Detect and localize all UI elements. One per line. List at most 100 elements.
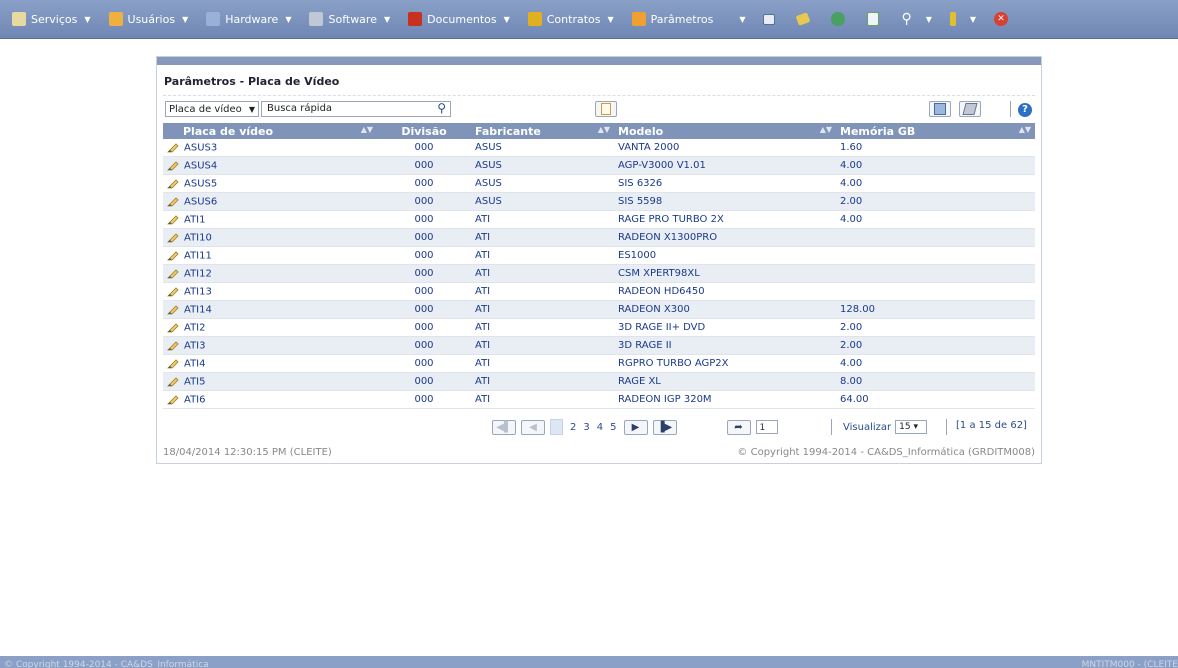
new-record-button[interactable] bbox=[595, 101, 617, 117]
table-cell bbox=[836, 228, 1035, 247]
search-menu[interactable]: ⚲ ▼ bbox=[901, 11, 931, 27]
table-row[interactable]: ASUS5 000 ASUS SIS 6326 4.00 bbox=[163, 174, 1035, 193]
menu-software[interactable]: Software ▼ bbox=[309, 12, 390, 26]
exit-button[interactable]: ✕ bbox=[994, 12, 1009, 26]
column-header-fabricante[interactable]: Fabricante ▲▼ bbox=[471, 123, 614, 139]
menu-hardware[interactable]: Hardware ▼ bbox=[206, 12, 291, 26]
edit-icon[interactable] bbox=[167, 142, 179, 153]
table-cell: 2.00 bbox=[836, 336, 1035, 355]
sort-icon[interactable]: ▲▼ bbox=[1019, 125, 1031, 134]
pager-divider bbox=[946, 419, 947, 435]
edit-icon[interactable] bbox=[167, 394, 179, 405]
print-button[interactable] bbox=[959, 101, 981, 117]
edit-icon[interactable] bbox=[167, 214, 179, 225]
menu-parameters[interactable]: Parâmetros ▼ bbox=[631, 12, 745, 26]
column-header-memoria[interactable]: Memória GB ▲▼ bbox=[836, 123, 1035, 139]
notes-button[interactable] bbox=[796, 12, 811, 26]
first-page-button[interactable]: ◀▌ bbox=[492, 419, 516, 435]
column-header-modelo[interactable]: Modelo ▲▼ bbox=[614, 123, 836, 139]
edit-icon[interactable] bbox=[167, 232, 179, 243]
camera-button[interactable] bbox=[763, 13, 776, 25]
table-row[interactable]: ATI3 000 ATI 3D RAGE II 2.00 bbox=[163, 336, 1035, 355]
menu-contracts[interactable]: Contratos ▼ bbox=[527, 12, 614, 26]
page-link[interactable]: 4 bbox=[597, 422, 603, 433]
prev-page-button[interactable]: ◀ bbox=[521, 419, 545, 435]
search-input[interactable]: Busca rápida ⚲ bbox=[261, 101, 451, 117]
page-link[interactable]: 3 bbox=[583, 422, 589, 433]
goto-page-button[interactable]: ➦ bbox=[726, 419, 751, 435]
table-row[interactable]: ATI14 000 ATI RADEON X300 128.00 bbox=[163, 300, 1035, 319]
export-button[interactable] bbox=[867, 12, 880, 26]
table-cell: 000 bbox=[377, 228, 471, 247]
table-cell: 128.00 bbox=[836, 300, 1035, 319]
table-row[interactable]: ATI4 000 ATI RGPRO TURBO AGP2X 4.00 bbox=[163, 354, 1035, 373]
menu-services[interactable]: Serviços ▼ bbox=[12, 12, 91, 26]
main-panel: Parâmetros - Placa de Vídeo Placa de víd… bbox=[156, 56, 1042, 464]
sort-icon[interactable]: ▲▼ bbox=[820, 125, 832, 134]
table-cell: 4.00 bbox=[836, 210, 1035, 229]
table-cell: ASUS bbox=[471, 139, 614, 157]
table-cell: ASUS bbox=[471, 192, 614, 211]
edit-icon[interactable] bbox=[167, 358, 179, 369]
table-cell: ASUS6 bbox=[163, 192, 377, 211]
camera-icon bbox=[763, 13, 776, 25]
edit-icon[interactable] bbox=[167, 178, 179, 189]
table-cell: ATI14 bbox=[163, 300, 377, 319]
table-row[interactable]: ATI1 000 ATI RAGE PRO TURBO 2X 4.00 bbox=[163, 210, 1035, 229]
last-page-button[interactable]: ▐▶ bbox=[652, 419, 677, 435]
table-row[interactable]: ATI11 000 ATI ES1000 bbox=[163, 246, 1035, 265]
sort-icon[interactable]: ▲▼ bbox=[598, 125, 610, 134]
edit-icon[interactable] bbox=[167, 268, 179, 279]
status-session: MNTITM000 - (CLEITE bbox=[1081, 660, 1178, 668]
page-link[interactable]: 5 bbox=[610, 422, 616, 433]
column-header-divisao[interactable]: Divisão bbox=[377, 123, 471, 139]
filter-select[interactable]: Placa de vídeo ▼ bbox=[165, 101, 259, 117]
page-link[interactable]: 2 bbox=[570, 422, 576, 433]
sort-icon[interactable]: ▲▼ bbox=[361, 125, 373, 134]
next-page-button[interactable]: ▶ bbox=[623, 419, 648, 435]
table-cell: ASUS bbox=[471, 156, 614, 175]
hardware-icon bbox=[206, 12, 221, 26]
edit-icon[interactable] bbox=[167, 376, 179, 387]
edit-icon[interactable] bbox=[167, 196, 179, 207]
search-icon[interactable]: ⚲ bbox=[437, 101, 446, 115]
table-row[interactable]: ATI12 000 ATI CSM XPERT98XL bbox=[163, 264, 1035, 283]
recycle-button[interactable] bbox=[831, 12, 846, 26]
table-row[interactable]: ASUS4 000 ASUS AGP-V3000 V1.01 4.00 bbox=[163, 156, 1035, 175]
chevron-down-icon: ▼ bbox=[248, 105, 255, 114]
edit-icon[interactable] bbox=[167, 340, 179, 351]
table-row[interactable]: ATI2 000 ATI 3D RAGE II+ DVD 2.00 bbox=[163, 318, 1035, 337]
help-icon[interactable]: ? bbox=[1018, 103, 1032, 117]
menu-documents[interactable]: Documentos ▼ bbox=[408, 12, 510, 26]
edit-icon[interactable] bbox=[167, 250, 179, 261]
table-row[interactable]: ATI13 000 ATI RADEON HD6450 bbox=[163, 282, 1035, 301]
table-cell: RADEON X300 bbox=[614, 300, 836, 319]
view-count-select[interactable]: 15 ▾ bbox=[895, 420, 928, 434]
column-header-placa[interactable]: Placa de vídeo ▲▼ bbox=[163, 123, 377, 139]
table-cell: 000 bbox=[377, 264, 471, 283]
table-cell: ATI bbox=[471, 318, 614, 337]
new-document-icon bbox=[601, 103, 611, 115]
edit-icon[interactable] bbox=[167, 304, 179, 315]
table-row[interactable]: ATI6 000 ATI RADEON IGP 320M 64.00 bbox=[163, 390, 1035, 409]
parameters-icon bbox=[631, 12, 646, 26]
table-cell: ATI bbox=[471, 228, 614, 247]
tools-menu[interactable]: ▼ bbox=[949, 12, 976, 26]
goto-page-input[interactable]: 1 bbox=[755, 420, 778, 434]
table-cell: 3D RAGE II bbox=[614, 336, 836, 355]
table-row[interactable]: ASUS3 000 ASUS VANTA 2000 1.60 bbox=[163, 139, 1035, 157]
edit-icon[interactable] bbox=[167, 160, 179, 171]
table-cell: 64.00 bbox=[836, 390, 1035, 409]
menu-users[interactable]: Usuários ▼ bbox=[108, 12, 188, 26]
table-cell: ATI bbox=[471, 354, 614, 373]
table-row[interactable]: ASUS6 000 ASUS SIS 5598 2.00 bbox=[163, 192, 1035, 211]
main-menu: Serviços ▼ Usuários ▼ Hardware ▼ Software ▼ … bbox=[12, 0, 1026, 38]
edit-icon[interactable] bbox=[167, 286, 179, 297]
first-page-icon: ◀▌ bbox=[496, 421, 512, 433]
table-row[interactable]: ATI10 000 ATI RADEON X1300PRO bbox=[163, 228, 1035, 247]
table-row[interactable]: ATI5 000 ATI RAGE XL 8.00 bbox=[163, 372, 1035, 391]
table-cell: SIS 5598 bbox=[614, 192, 836, 211]
edit-icon[interactable] bbox=[167, 322, 179, 333]
users-icon bbox=[108, 12, 123, 26]
export-grid-button[interactable] bbox=[929, 101, 951, 117]
